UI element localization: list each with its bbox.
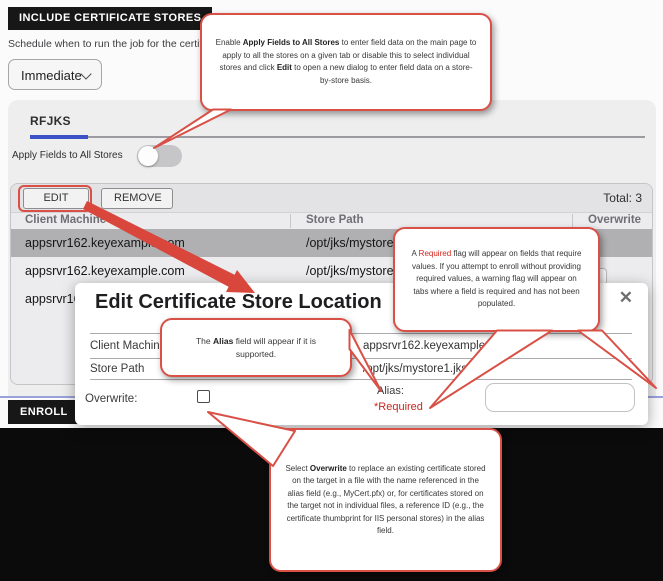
divider bbox=[90, 379, 632, 380]
client-machine-value: appsrvr162.keyexample.com bbox=[363, 340, 510, 352]
alias-input[interactable] bbox=[485, 383, 635, 412]
apply-fields-toggle[interactable] bbox=[137, 145, 182, 167]
column-divider bbox=[572, 214, 573, 228]
callout-overwrite: Select Overwrite to replace an existing … bbox=[269, 428, 502, 572]
include-certificate-stores-button[interactable]: INCLUDE CERTIFICATE STORES bbox=[8, 7, 212, 30]
overwrite-label: Overwrite: bbox=[85, 393, 137, 405]
store-path-value: /opt/jks/mystore1.jks bbox=[363, 363, 467, 375]
close-icon[interactable]: ✕ bbox=[619, 288, 633, 308]
client-machine-label: Client Machine bbox=[90, 340, 166, 352]
callout-alias-field: The Alias field will appear if it is sup… bbox=[160, 318, 352, 377]
column-header-client-machine: Client Machine bbox=[25, 214, 106, 226]
required-flag: *Required bbox=[374, 401, 423, 413]
client-machine-cell: appsrvr162.keyexample.com bbox=[25, 257, 185, 285]
schedule-dropdown[interactable]: Immediate bbox=[8, 59, 102, 90]
column-header-overwrite: Overwrite bbox=[588, 214, 641, 226]
column-header-store-path: Store Path bbox=[306, 214, 364, 226]
edit-button[interactable]: EDIT bbox=[23, 188, 89, 209]
apply-fields-label: Apply Fields to All Stores bbox=[12, 150, 123, 161]
table-toolbar: EDIT REMOVE Total: 3 bbox=[11, 184, 652, 213]
store-path-label: Store Path bbox=[90, 363, 144, 375]
screenshot-root: INCLUDE CERTIFICATE STORES Schedule when… bbox=[0, 0, 663, 581]
toggle-knob bbox=[138, 146, 158, 166]
enroll-button[interactable]: ENROLL bbox=[8, 400, 80, 424]
callout-required-flag: A Required flag will appear on fields th… bbox=[393, 227, 600, 332]
chevron-down-icon bbox=[80, 68, 91, 79]
modal-title: Edit Certificate Store Location bbox=[95, 291, 382, 314]
client-machine-cell: appsrvr162.keyexample.com bbox=[25, 229, 185, 257]
tab-rfjks[interactable]: RFJKS bbox=[30, 114, 71, 128]
overwrite-checkbox[interactable] bbox=[197, 390, 210, 403]
alias-label: Alias: bbox=[377, 385, 404, 397]
tab-active-underline bbox=[30, 135, 88, 139]
callout-apply-fields: Enable Apply Fields to All Stores to ent… bbox=[200, 13, 492, 111]
tab-divider-line bbox=[88, 136, 645, 138]
total-count: Total: 3 bbox=[603, 184, 642, 213]
remove-button[interactable]: REMOVE bbox=[101, 188, 173, 209]
column-divider bbox=[290, 214, 291, 228]
schedule-dropdown-value: Immediate bbox=[21, 68, 82, 83]
